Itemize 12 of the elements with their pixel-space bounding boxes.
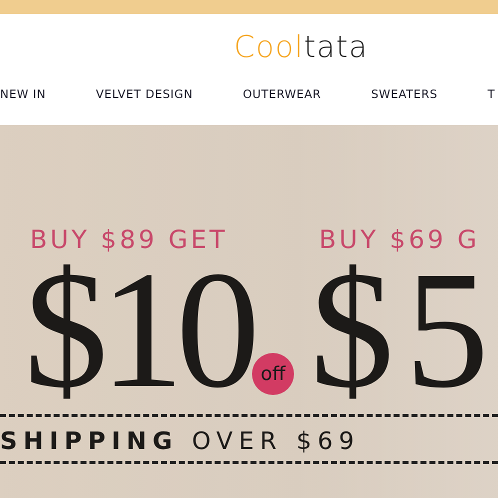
offer-amount: $ 5: [310, 255, 489, 405]
nav-link[interactable]: T: [488, 87, 496, 101]
shipping-text: SHIPPING OVER $69: [0, 427, 360, 455]
offer-headline: BUY $69 G: [319, 225, 480, 255]
off-badge: off: [252, 353, 294, 395]
logo[interactable]: Cooltata: [234, 30, 368, 65]
nav-link[interactable]: SWEATERS: [371, 87, 438, 101]
offer-amount: $10: [24, 255, 254, 405]
nav-link[interactable]: NEW IN: [0, 87, 46, 101]
nav-link[interactable]: OUTERWEAR: [242, 87, 322, 101]
offer-headline: BUY $89 GET: [30, 225, 228, 255]
nav-link[interactable]: VELVET DESIGN: [96, 87, 193, 101]
